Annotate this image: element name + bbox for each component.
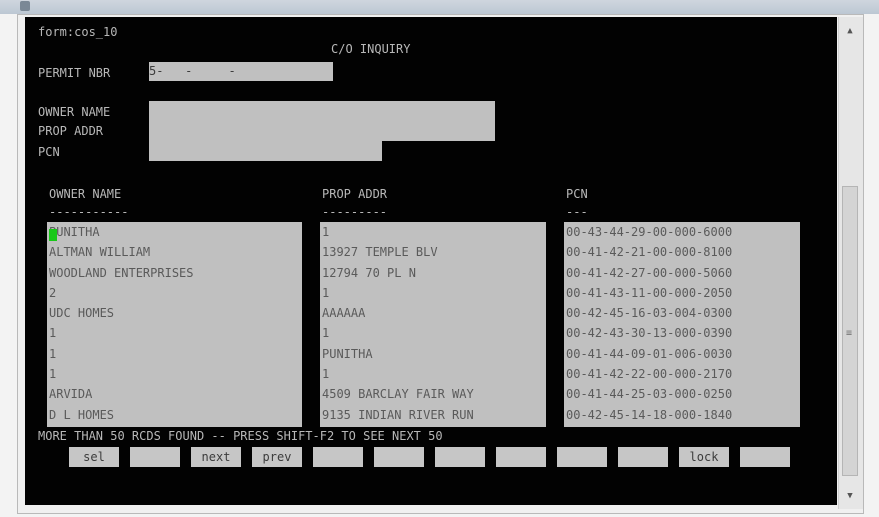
function-key-9-button[interactable] (557, 447, 607, 467)
list-row-addr[interactable]: 4509 BARCLAY FAIR WAY (320, 384, 546, 404)
scroll-up-arrow-icon[interactable]: ▲ (842, 24, 858, 38)
form-id: form:cos_10 (38, 25, 118, 39)
list-row-owner[interactable]: 2 (47, 283, 302, 303)
pcn-label: PCN (38, 145, 60, 159)
owner-name-list[interactable]: PUNITHA ALTMAN WILLIAM WOODLAND ENTERPRISE… (47, 222, 302, 427)
list-row-pcn[interactable]: 00-42-45-16-03-004-0300 (564, 303, 800, 323)
list-row-addr[interactable]: 13927 TEMPLE BLV (320, 242, 546, 262)
list-row-addr[interactable]: 12794 70 PL N (320, 263, 546, 283)
prop-addr-label: PROP ADDR (38, 124, 104, 138)
list-row-pcn[interactable]: 00-41-42-22-00-000-2170 (564, 364, 800, 384)
list-row-owner[interactable]: PUNITHA (47, 222, 302, 242)
list-row-pcn[interactable]: 00-41-42-21-00-000-8100 (564, 242, 800, 262)
prev-key-button[interactable]: prev (252, 447, 302, 467)
status-message: MORE THAN 50 RCDS FOUND -- PRESS SHIFT-F… (38, 429, 443, 443)
list-row-pcn[interactable]: 00-43-44-29-00-000-6000 (564, 222, 800, 242)
next-key-button[interactable]: next (191, 447, 241, 467)
list-row-addr[interactable]: 1 (320, 364, 546, 384)
pcn-list[interactable]: 00-43-44-29-00-000-6000 00-41-42-21-00-00… (564, 222, 800, 427)
list-row-owner[interactable]: ALTMAN WILLIAM (47, 242, 302, 262)
function-key-10-button[interactable] (618, 447, 668, 467)
list-row-owner[interactable]: D L HOMES (47, 405, 302, 425)
list-row-addr[interactable]: 1 (320, 222, 546, 242)
function-key-5-button[interactable] (313, 447, 363, 467)
list-row-addr[interactable]: 1 (320, 283, 546, 303)
permit-nbr-label: PERMIT NBR (38, 66, 111, 80)
list-row-pcn[interactable]: 00-41-43-11-00-000-2050 (564, 283, 800, 303)
list-row-pcn[interactable]: 00-41-44-09-01-006-0030 (564, 344, 800, 364)
list-row-owner[interactable]: WOODLAND ENTERPRISES (47, 263, 302, 283)
prop-addr-list[interactable]: 1 13927 TEMPLE BLV 12794 70 PL N 1 AAAAAA 1 PU… (320, 222, 546, 427)
function-key-6-button[interactable] (374, 447, 424, 467)
permit-nbr-field[interactable]: 5- - - (149, 62, 333, 81)
screen-title: C/O INQUIRY (331, 42, 411, 56)
list-header-pcn: PCN (566, 187, 588, 201)
list-row-owner[interactable]: 1 (47, 323, 302, 343)
list-row-pcn[interactable]: 00-42-43-30-13-000-0390 (564, 323, 800, 343)
list-header-prop-addr: PROP ADDR (322, 187, 388, 201)
function-key-7-button[interactable] (435, 447, 485, 467)
sel-key-button[interactable]: sel (69, 447, 119, 467)
function-key-12-button[interactable] (740, 447, 790, 467)
list-row-pcn[interactable]: 00-41-44-25-03-000-0250 (564, 384, 800, 404)
list-row-owner[interactable]: UDC HOMES (47, 303, 302, 323)
list-row-owner[interactable]: 1 (47, 344, 302, 364)
list-underline-pcn: --- (566, 205, 588, 219)
list-row-addr[interactable]: 1 (320, 323, 546, 343)
list-header-owner-name: OWNER NAME (49, 187, 122, 201)
function-key-2-button[interactable] (130, 447, 180, 467)
scroll-down-arrow-icon[interactable]: ▼ (842, 489, 858, 503)
lock-key-button[interactable]: lock (679, 447, 729, 467)
list-row-owner[interactable]: ARVIDA (47, 384, 302, 404)
terminal-cursor (49, 229, 57, 241)
function-key-8-button[interactable] (496, 447, 546, 467)
list-row-addr[interactable]: PUNITHA (320, 344, 546, 364)
owner-name-label: OWNER NAME (38, 105, 111, 119)
scrollbar-grip-icon: ≡ (846, 328, 853, 339)
list-row-owner[interactable]: 1 (47, 364, 302, 384)
prop-addr-field[interactable] (149, 121, 495, 141)
list-row-addr[interactable]: 9135 INDIAN RIVER RUN (320, 405, 546, 425)
pcn-field[interactable] (149, 141, 382, 161)
list-row-pcn[interactable]: 00-42-45-14-18-000-1840 (564, 405, 800, 425)
list-row-pcn[interactable]: 00-41-42-27-00-000-5060 (564, 263, 800, 283)
owner-name-field[interactable] (149, 101, 495, 121)
list-underline-owner-name: ----------- (49, 205, 129, 219)
list-underline-prop-addr: --------- (322, 205, 388, 219)
app-icon (20, 1, 30, 11)
list-row-addr[interactable]: AAAAAA (320, 303, 546, 323)
window-titlebar[interactable] (0, 0, 879, 14)
